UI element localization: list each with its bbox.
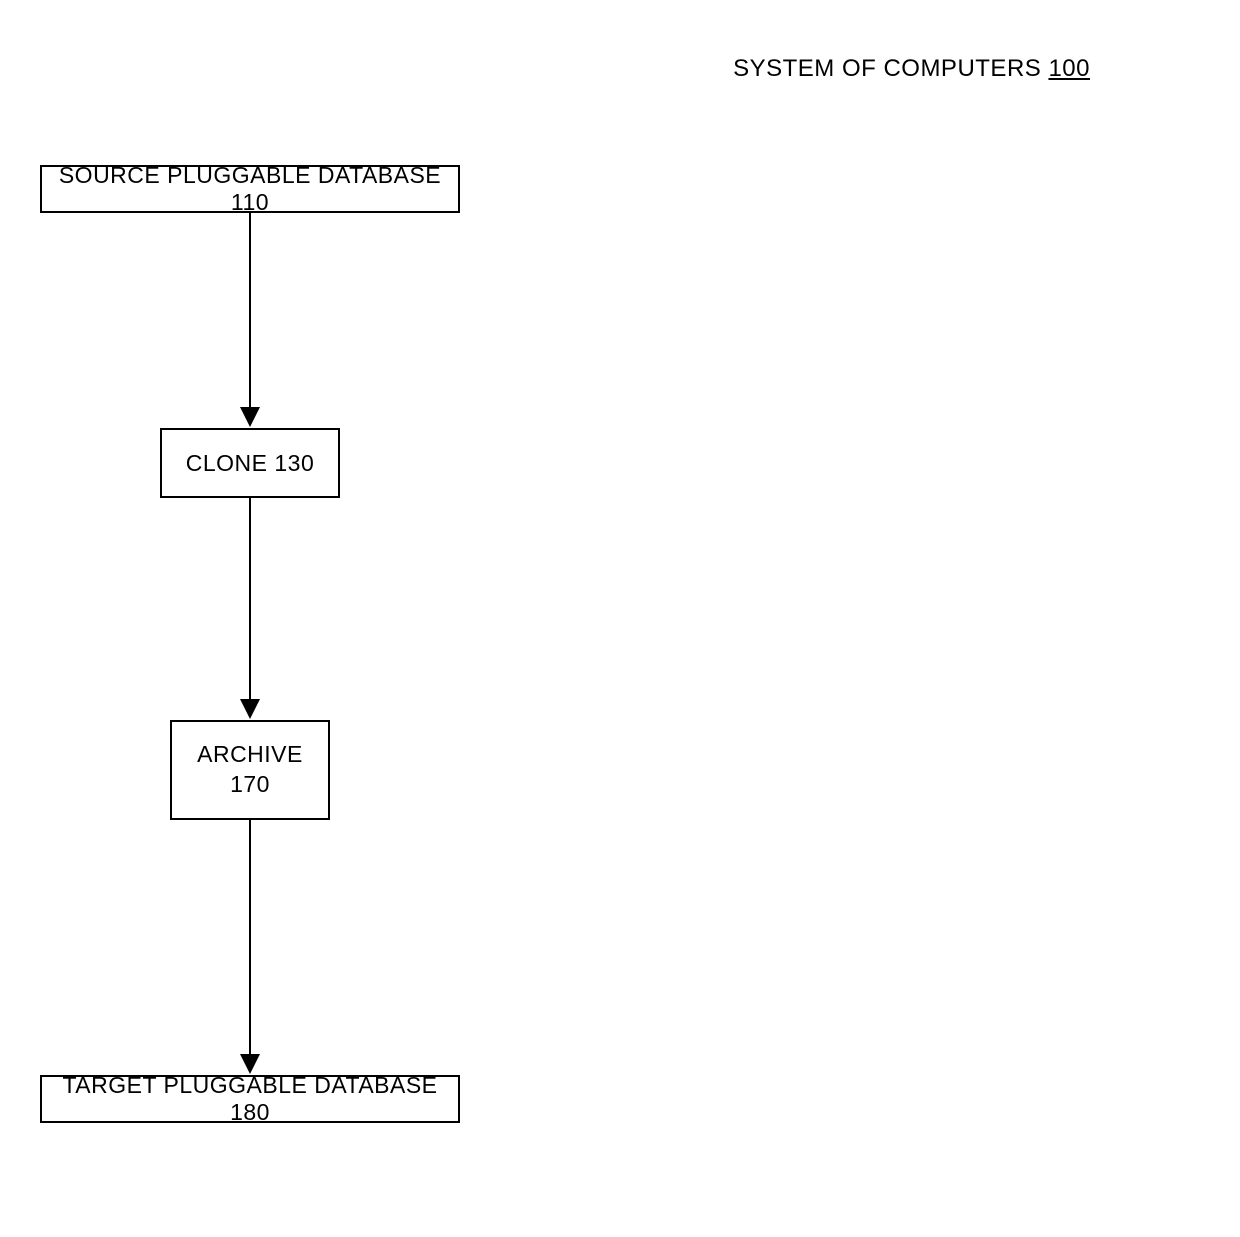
source-label: SOURCE PLUGGABLE DATABASE 110 <box>52 162 448 216</box>
target-pluggable-database-box: TARGET PLUGGABLE DATABASE 180 <box>40 1075 460 1123</box>
clone-label: CLONE 130 <box>186 450 315 477</box>
archive-number: 170 <box>230 770 270 800</box>
title-number: 100 <box>1048 55 1090 82</box>
arrow-source-to-clone <box>249 213 251 425</box>
target-label: TARGET PLUGGABLE DATABASE 180 <box>52 1072 448 1126</box>
diagram-title: SYSTEM OF COMPUTERS 100 <box>733 55 1090 83</box>
archive-label: ARCHIVE <box>197 740 303 770</box>
archive-box: ARCHIVE 170 <box>170 720 330 820</box>
arrow-archive-to-target <box>249 820 251 1072</box>
arrow-clone-to-archive <box>249 498 251 717</box>
title-text: SYSTEM OF COMPUTERS <box>733 55 1041 82</box>
clone-box: CLONE 130 <box>160 428 340 498</box>
source-pluggable-database-box: SOURCE PLUGGABLE DATABASE 110 <box>40 165 460 213</box>
